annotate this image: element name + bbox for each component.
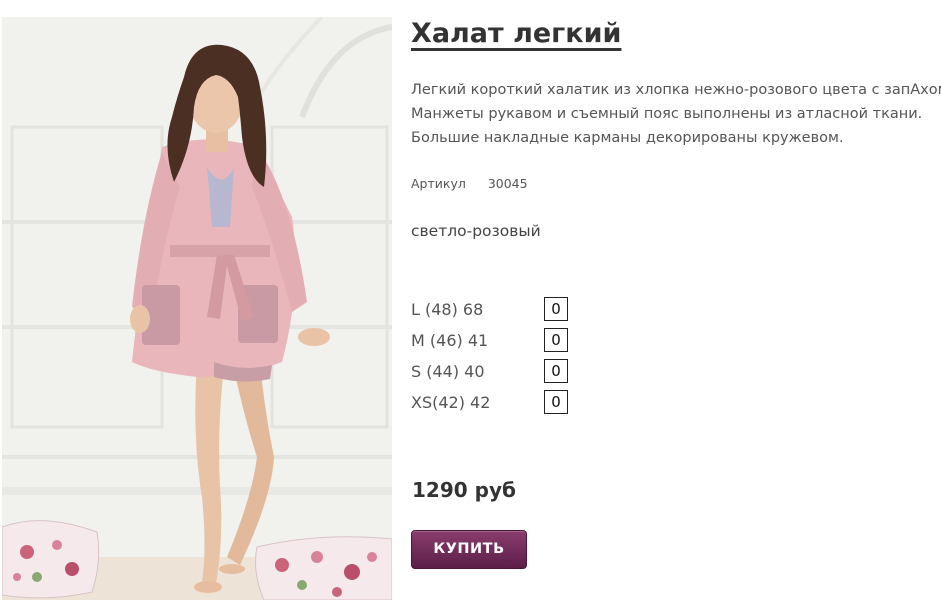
- description-line: Большие накладные карманы декорированы к…: [411, 130, 844, 146]
- size-row: M (46) 41 0: [411, 328, 581, 359]
- size-quantity-input[interactable]: 0: [544, 297, 568, 321]
- article-label: Артикул: [411, 176, 466, 191]
- description-line: Манжеты рукавом и съемный пояс выполнены…: [411, 106, 923, 122]
- size-label: XS(42) 42: [411, 393, 491, 412]
- size-row: XS(42) 42 0: [411, 390, 581, 421]
- product-photo: [2, 17, 392, 600]
- size-list: L (48) 68 0 M (46) 41 0 S (44) 40 0 XS(4…: [411, 297, 581, 421]
- product-photo-illustration: [2, 17, 392, 600]
- size-row: L (48) 68 0: [411, 297, 581, 328]
- size-label: S (44) 40: [411, 362, 485, 381]
- product-description: Легкий короткий халатик из хлопка нежно-…: [411, 78, 941, 150]
- size-row: S (44) 40 0: [411, 359, 581, 390]
- product-price: 1290 руб: [412, 478, 516, 502]
- size-label: L (48) 68: [411, 300, 484, 319]
- article-info: Артикул 30045: [411, 176, 528, 191]
- article-value: 30045: [487, 176, 528, 191]
- size-quantity-input[interactable]: 0: [544, 390, 568, 414]
- size-quantity-input[interactable]: 0: [544, 328, 568, 352]
- size-quantity-input[interactable]: 0: [544, 359, 568, 383]
- size-label: M (46) 41: [411, 331, 489, 350]
- description-line: Легкий короткий халатик из хлопка нежно-…: [411, 82, 941, 98]
- product-color: светло-розовый: [411, 222, 541, 240]
- product-title: Халат легкий: [411, 18, 622, 49]
- buy-button[interactable]: КУПИТЬ: [411, 530, 527, 569]
